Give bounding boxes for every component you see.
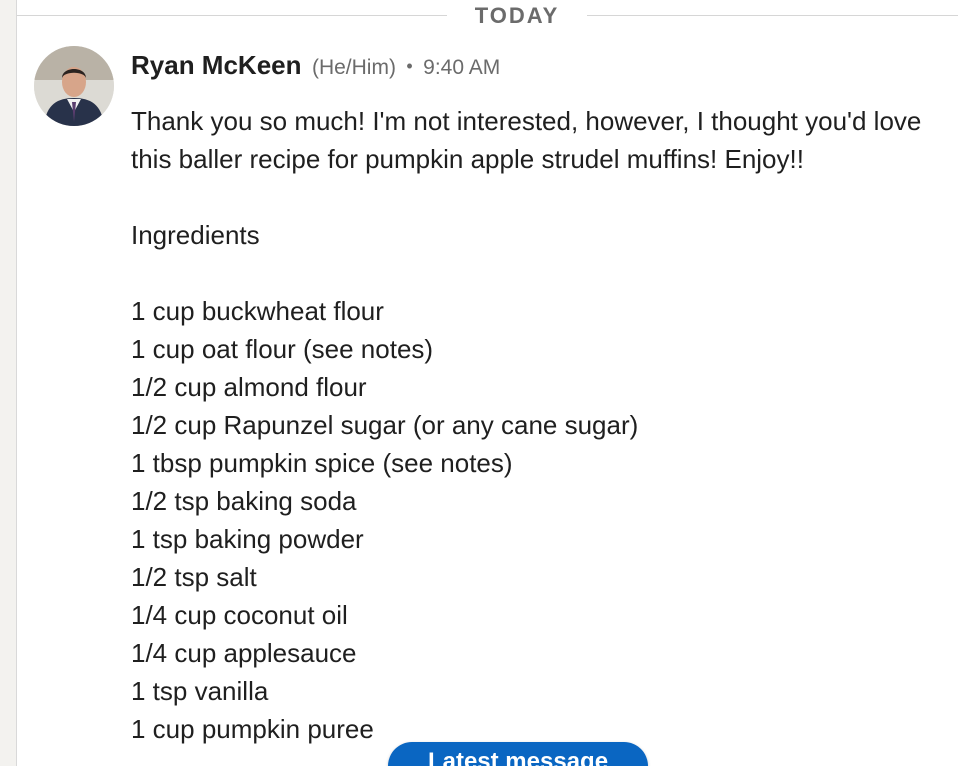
ingredient-item: 1/2 tsp baking soda	[131, 486, 357, 516]
ingredient-item: 1/2 cup Rapunzel sugar (or any cane suga…	[131, 410, 639, 440]
messaging-thread: TODAY Ryan McKeen (He/Him) • 9:40 AM Tha…	[0, 0, 958, 766]
message-timestamp: 9:40 AM	[423, 56, 501, 79]
left-panel-edge	[0, 0, 17, 766]
ingredient-item: 1 cup buckwheat flour	[131, 296, 384, 326]
separator-dot: •	[406, 56, 413, 76]
message-intro: Thank you so much! I'm not interested, h…	[131, 106, 922, 174]
ingredient-item: 1/4 cup applesauce	[131, 638, 357, 668]
ingredient-item: 1 cup oat flour (see notes)	[131, 334, 434, 364]
message-header: Ryan McKeen (He/Him) • 9:40 AM	[131, 50, 500, 81]
sender-name[interactable]: Ryan McKeen	[131, 50, 302, 80]
ingredients-heading: Ingredients	[131, 220, 260, 250]
date-divider: TODAY	[17, 0, 958, 32]
ingredient-item: 1 tsp baking powder	[131, 524, 364, 554]
latest-message-button[interactable]: Latest message	[388, 742, 648, 766]
ingredient-item: 1/4 cup coconut oil	[131, 600, 348, 630]
ingredient-item: 1 tbsp pumpkin spice (see notes)	[131, 448, 513, 478]
avatar-image	[34, 46, 114, 126]
sender-pronouns: (He/Him)	[311, 56, 396, 79]
divider-line	[17, 15, 447, 16]
ingredient-item: 1 tsp vanilla	[131, 676, 269, 706]
message-body: Thank you so much! I'm not interested, h…	[131, 102, 931, 748]
date-divider-label: TODAY	[474, 3, 560, 28]
sender-avatar[interactable]	[34, 46, 114, 126]
ingredient-item: 1/2 cup almond flour	[131, 372, 367, 402]
divider-line	[587, 15, 958, 16]
ingredient-item: 1/2 tsp salt	[131, 562, 257, 592]
